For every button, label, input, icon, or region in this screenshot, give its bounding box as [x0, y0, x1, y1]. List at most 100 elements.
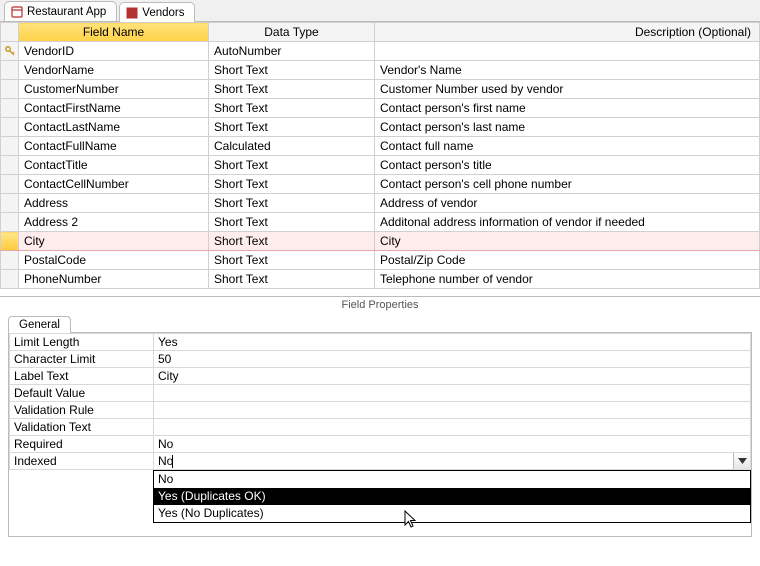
- field-name-cell[interactable]: PhoneNumber: [19, 270, 209, 289]
- data-type-cell[interactable]: Short Text: [209, 118, 375, 137]
- grid-row[interactable]: Address 2Short TextAdditonal address inf…: [1, 213, 760, 232]
- property-value[interactable]: No: [154, 436, 751, 453]
- grid-row[interactable]: PhoneNumberShort TextTelephone number of…: [1, 270, 760, 289]
- data-type-cell[interactable]: Short Text: [209, 251, 375, 270]
- data-type-cell[interactable]: Short Text: [209, 270, 375, 289]
- description-cell[interactable]: Contact person's cell phone number: [375, 175, 760, 194]
- row-selector[interactable]: [1, 137, 19, 156]
- property-value[interactable]: [154, 419, 751, 436]
- data-type-cell[interactable]: Short Text: [209, 156, 375, 175]
- tab-restaurant-app[interactable]: Restaurant App: [4, 1, 117, 21]
- field-name-cell[interactable]: VendorID: [19, 42, 209, 61]
- row-selector-header[interactable]: [1, 23, 19, 42]
- row-selector[interactable]: [1, 194, 19, 213]
- primary-key-icon: [1, 42, 19, 61]
- data-type-cell[interactable]: AutoNumber: [209, 42, 375, 61]
- dropdown-arrow-icon[interactable]: [733, 453, 750, 469]
- field-name-cell[interactable]: ContactTitle: [19, 156, 209, 175]
- field-name-cell[interactable]: ContactCellNumber: [19, 175, 209, 194]
- description-cell[interactable]: Contact full name: [375, 137, 760, 156]
- design-grid[interactable]: Field Name Data Type Description (Option…: [0, 22, 760, 297]
- grid-row[interactable]: PostalCodeShort TextPostal/Zip Code: [1, 251, 760, 270]
- tab-vendors[interactable]: Vendors: [119, 2, 195, 22]
- field-name-cell[interactable]: City: [19, 232, 209, 251]
- property-label: Required: [10, 436, 154, 453]
- description-header[interactable]: Description (Optional): [375, 23, 760, 42]
- grid-row[interactable]: VendorIDAutoNumber: [1, 42, 760, 61]
- row-selector[interactable]: [1, 80, 19, 99]
- description-cell[interactable]: Contact person's last name: [375, 118, 760, 137]
- property-row: Validation Text: [10, 419, 751, 436]
- grid-row[interactable]: ContactLastNameShort TextContact person'…: [1, 118, 760, 137]
- object-tabs: Restaurant App Vendors: [0, 0, 760, 22]
- row-selector[interactable]: [1, 232, 19, 251]
- property-label: Character Limit: [10, 351, 154, 368]
- grid-header-row: Field Name Data Type Description (Option…: [1, 23, 760, 42]
- grid-row[interactable]: CustomerNumberShort TextCustomer Number …: [1, 80, 760, 99]
- grid-row[interactable]: ContactFullNameCalculatedContact full na…: [1, 137, 760, 156]
- property-value[interactable]: [154, 402, 751, 419]
- description-cell[interactable]: Address of vendor: [375, 194, 760, 213]
- property-label: Default Value: [10, 385, 154, 402]
- data-type-cell[interactable]: Short Text: [209, 232, 375, 251]
- data-type-cell[interactable]: Short Text: [209, 99, 375, 118]
- field-name-header[interactable]: Field Name: [19, 23, 209, 42]
- property-row: Character Limit50: [10, 351, 751, 368]
- data-type-cell[interactable]: Short Text: [209, 194, 375, 213]
- description-cell[interactable]: Postal/Zip Code: [375, 251, 760, 270]
- data-type-header[interactable]: Data Type: [209, 23, 375, 42]
- field-name-cell[interactable]: ContactFullName: [19, 137, 209, 156]
- field-name-cell[interactable]: ContactFirstName: [19, 99, 209, 118]
- field-name-cell[interactable]: PostalCode: [19, 251, 209, 270]
- property-label: Validation Rule: [10, 402, 154, 419]
- grid-row[interactable]: ContactCellNumberShort TextContact perso…: [1, 175, 760, 194]
- indexed-dropdown[interactable]: NoYes (Duplicates OK)Yes (No Duplicates): [153, 470, 751, 523]
- field-name-cell[interactable]: VendorName: [19, 61, 209, 80]
- property-label: Label Text: [10, 368, 154, 385]
- dropdown-option[interactable]: No: [154, 471, 750, 488]
- field-name-cell[interactable]: CustomerNumber: [19, 80, 209, 99]
- property-row: Validation Rule: [10, 402, 751, 419]
- row-selector[interactable]: [1, 99, 19, 118]
- description-cell[interactable]: Contact person's title: [375, 156, 760, 175]
- dropdown-option[interactable]: Yes (Duplicates OK): [154, 488, 750, 505]
- description-cell[interactable]: Telephone number of vendor: [375, 270, 760, 289]
- field-name-cell[interactable]: Address: [19, 194, 209, 213]
- grid-row[interactable]: VendorNameShort TextVendor's Name: [1, 61, 760, 80]
- description-cell[interactable]: Customer Number used by vendor: [375, 80, 760, 99]
- field-name-cell[interactable]: ContactLastName: [19, 118, 209, 137]
- property-value[interactable]: City: [154, 368, 751, 385]
- row-selector[interactable]: [1, 156, 19, 175]
- property-value[interactable]: 50: [154, 351, 751, 368]
- row-selector[interactable]: [1, 213, 19, 232]
- data-type-cell[interactable]: Calculated: [209, 137, 375, 156]
- field-properties-label: Field Properties: [0, 297, 760, 315]
- description-cell[interactable]: Contact person's first name: [375, 99, 760, 118]
- property-value[interactable]: Yes: [154, 334, 751, 351]
- description-cell[interactable]: [375, 42, 760, 61]
- property-row: Label TextCity: [10, 368, 751, 385]
- description-cell[interactable]: City: [375, 232, 760, 251]
- data-type-cell[interactable]: Short Text: [209, 213, 375, 232]
- grid-row[interactable]: AddressShort TextAddress of vendor: [1, 194, 760, 213]
- property-value[interactable]: No: [154, 453, 751, 470]
- row-selector[interactable]: [1, 118, 19, 137]
- row-selector[interactable]: [1, 270, 19, 289]
- dropdown-option[interactable]: Yes (No Duplicates): [154, 505, 750, 522]
- row-selector[interactable]: [1, 175, 19, 194]
- description-cell[interactable]: Additonal address information of vendor …: [375, 213, 760, 232]
- grid-row[interactable]: CityShort TextCity: [1, 232, 760, 251]
- property-row: RequiredNo: [10, 436, 751, 453]
- row-selector[interactable]: [1, 61, 19, 80]
- tab-label: Vendors: [142, 7, 184, 19]
- data-type-cell[interactable]: Short Text: [209, 80, 375, 99]
- row-selector[interactable]: [1, 251, 19, 270]
- grid-row[interactable]: ContactTitleShort TextContact person's t…: [1, 156, 760, 175]
- field-name-cell[interactable]: Address 2: [19, 213, 209, 232]
- data-type-cell[interactable]: Short Text: [209, 61, 375, 80]
- description-cell[interactable]: Vendor's Name: [375, 61, 760, 80]
- grid-row[interactable]: ContactFirstNameShort TextContact person…: [1, 99, 760, 118]
- property-value[interactable]: [154, 385, 751, 402]
- tab-general[interactable]: General: [8, 316, 71, 333]
- data-type-cell[interactable]: Short Text: [209, 175, 375, 194]
